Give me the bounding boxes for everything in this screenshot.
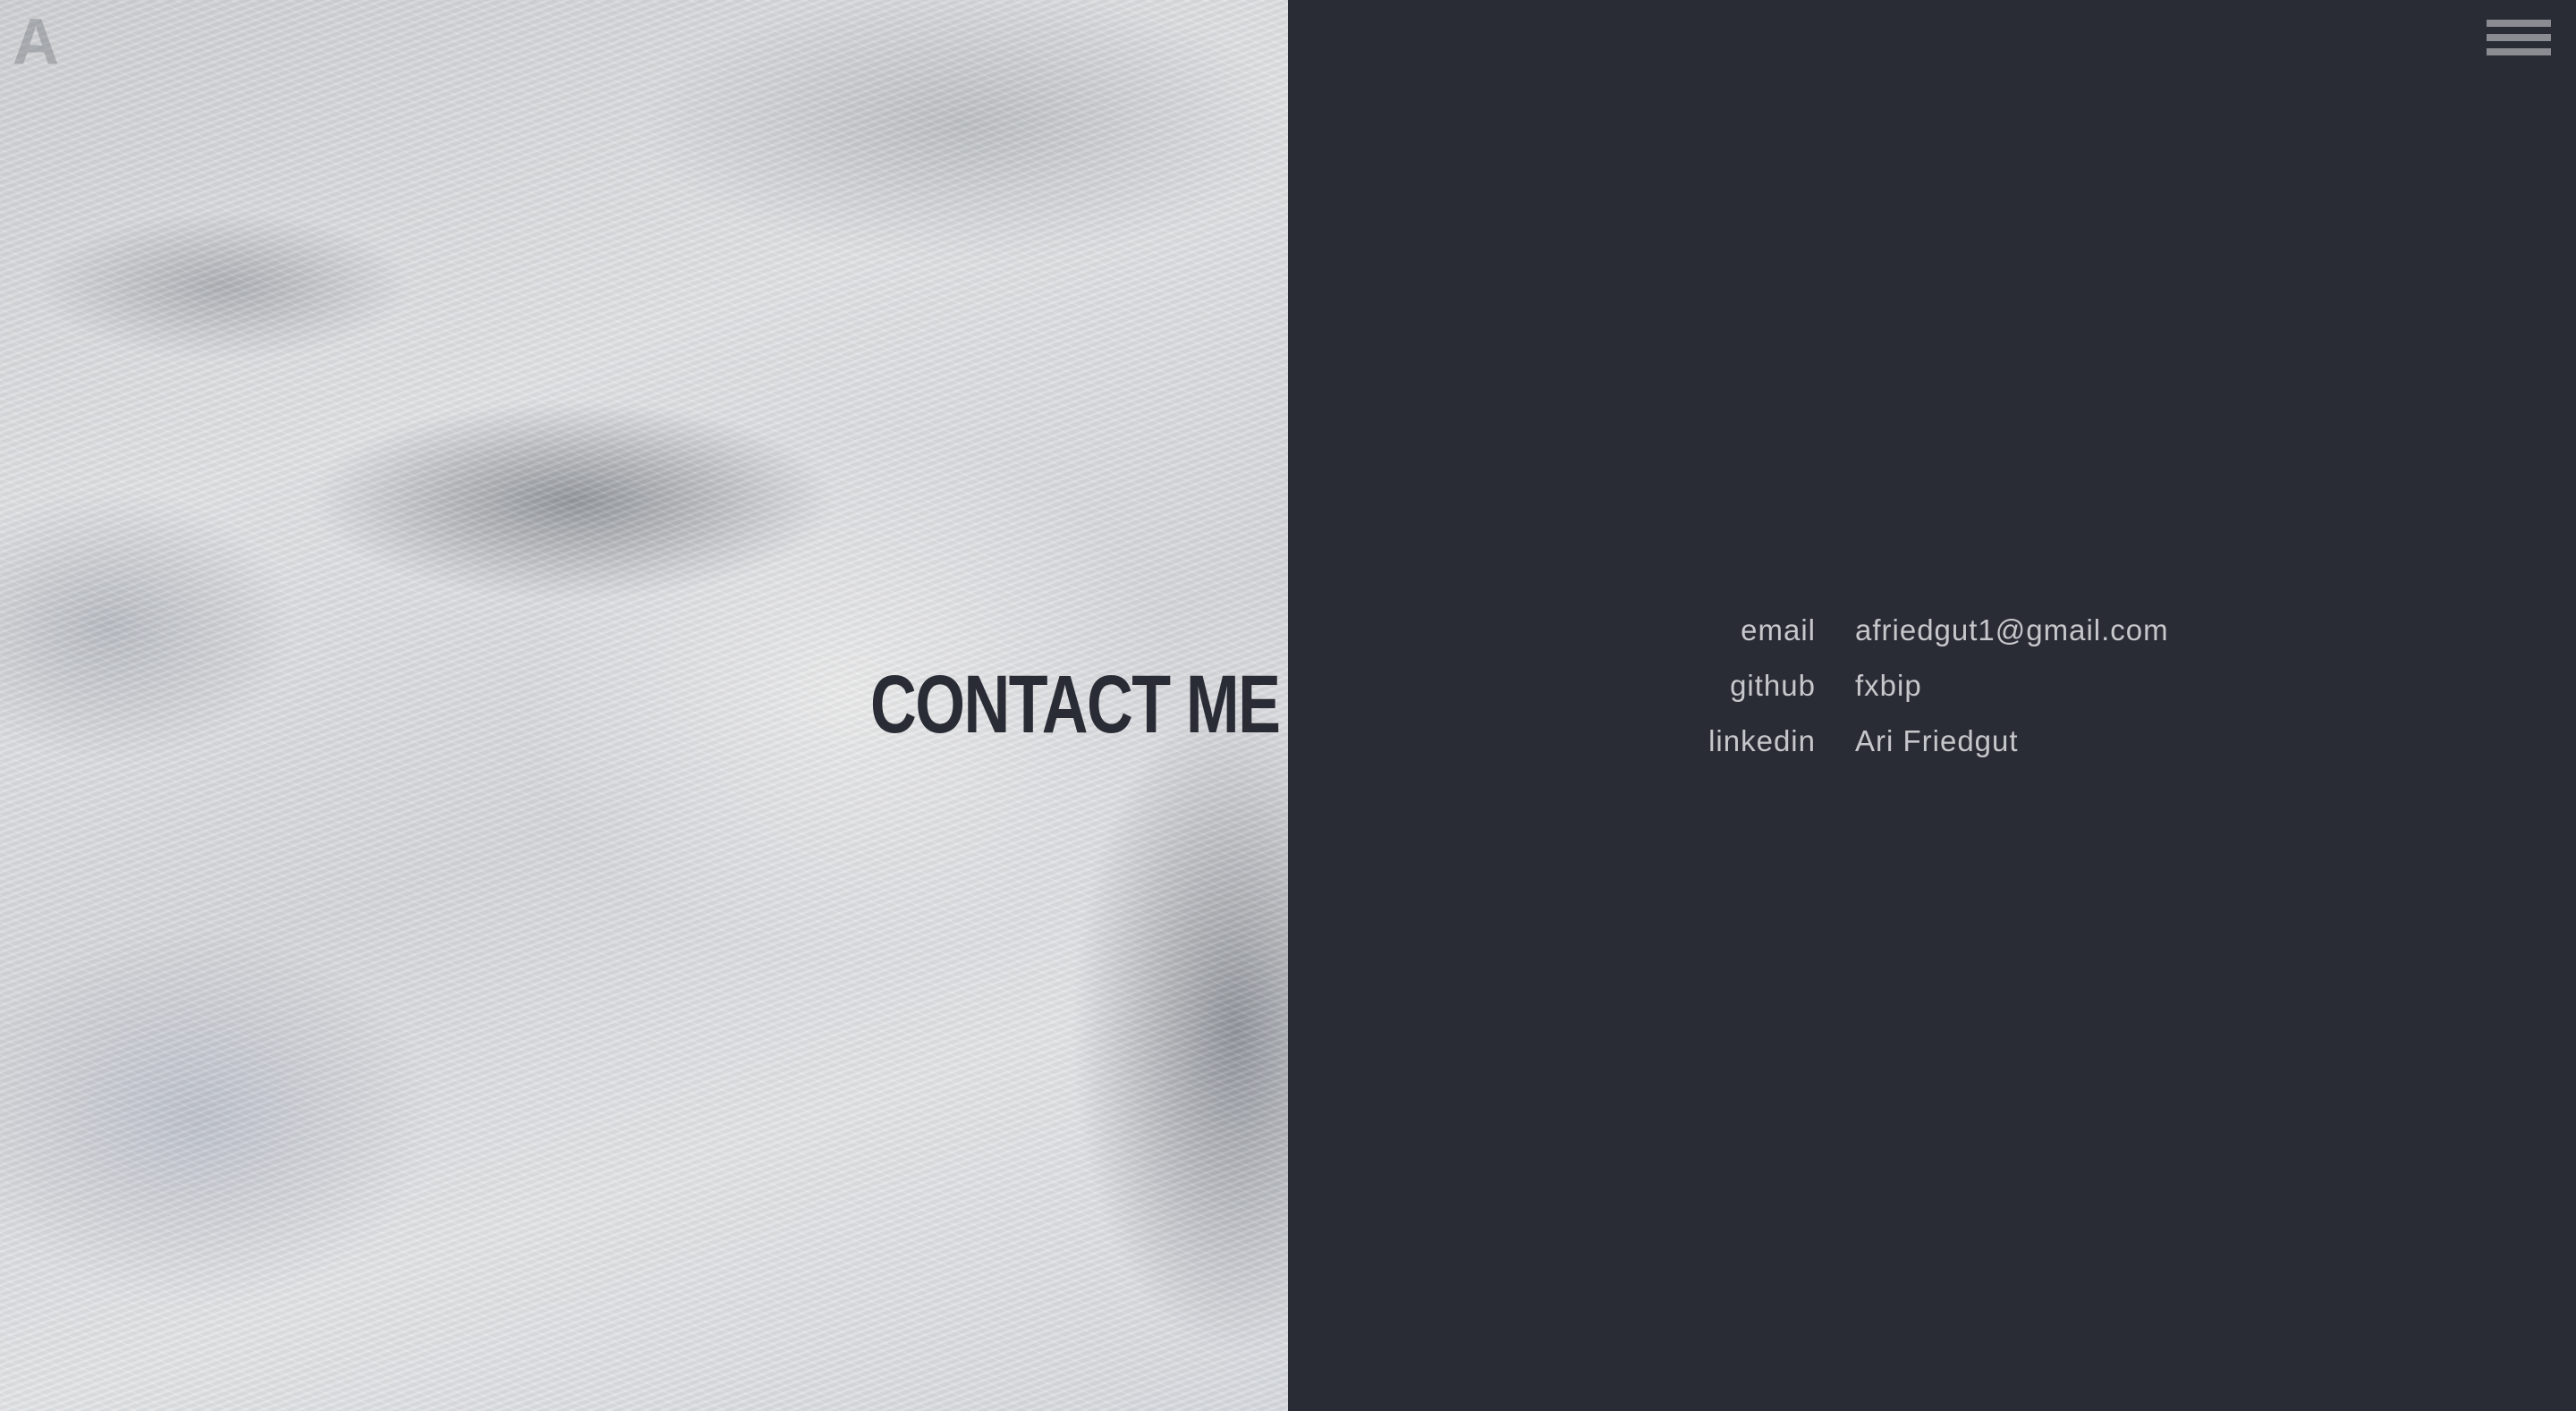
- hamburger-menu-icon[interactable]: [2487, 20, 2551, 55]
- contact-label-email: email: [1741, 613, 1816, 646]
- page-title: CONTACT ME: [869, 659, 1281, 750]
- menu-bar: [2487, 34, 2551, 41]
- contact-list: email afriedgut1@gmail.com github fxbip …: [1288, 613, 2576, 780]
- menu-bar: [2487, 20, 2551, 27]
- contact-panel: email afriedgut1@gmail.com github fxbip …: [1288, 0, 2576, 1411]
- email-link[interactable]: afriedgut1@gmail.com: [1855, 613, 2169, 647]
- texture-panel: A CONTACT ME: [0, 0, 1288, 1411]
- contact-row-github: github fxbip: [1288, 669, 2576, 724]
- site-logo[interactable]: A: [13, 5, 61, 79]
- github-link[interactable]: fxbip: [1855, 669, 1922, 703]
- contact-page: A CONTACT ME email afriedgut1@gmail.com …: [0, 0, 2576, 1411]
- contact-row-email: email afriedgut1@gmail.com: [1288, 613, 2576, 669]
- menu-bar: [2487, 48, 2551, 55]
- linkedin-link[interactable]: Ari Friedgut: [1855, 724, 2019, 758]
- contact-label-linkedin: linkedin: [1708, 724, 1816, 757]
- contact-row-linkedin: linkedin Ari Friedgut: [1288, 724, 2576, 780]
- contact-label-github: github: [1730, 669, 1816, 702]
